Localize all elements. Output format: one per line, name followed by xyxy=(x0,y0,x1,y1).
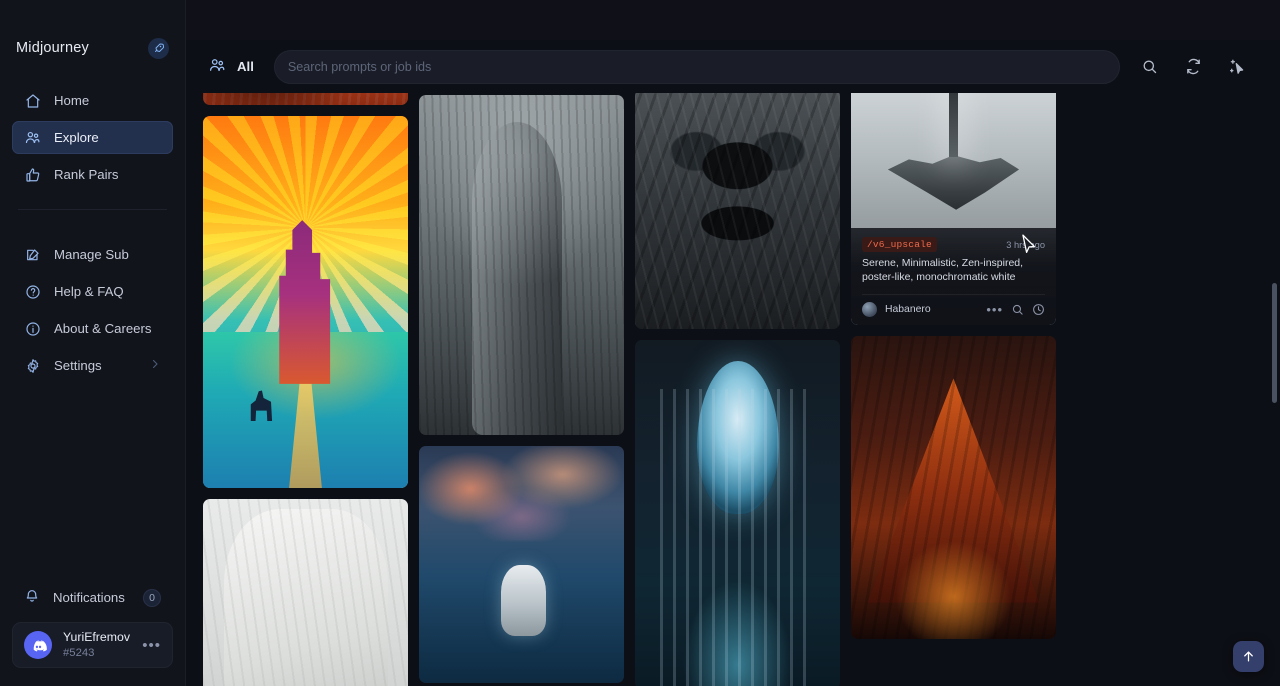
sidebar: Midjourney Home xyxy=(0,0,186,686)
sidebar-item-label: About & Careers xyxy=(54,321,152,336)
sidebar-divider xyxy=(18,209,167,210)
user-meta: YuriEfremov #5243 xyxy=(63,630,131,659)
brand-title: Midjourney xyxy=(16,40,148,56)
gallery-card-cyborg[interactable] xyxy=(635,340,840,686)
gallery-card-buddha[interactable] xyxy=(203,499,408,686)
bell-icon xyxy=(24,588,40,607)
refresh-button[interactable] xyxy=(1178,52,1208,82)
overlay-bottom-row: Habanero ••• xyxy=(862,294,1045,317)
rocket-icon[interactable] xyxy=(148,38,169,59)
sidebar-item-notifications[interactable]: Notifications 0 xyxy=(12,581,173,614)
sidebar-item-label: Home xyxy=(54,93,89,108)
discord-icon xyxy=(24,631,52,659)
info-circle-icon xyxy=(24,320,41,337)
question-circle-icon xyxy=(24,283,41,300)
app-root: Midjourney Home xyxy=(0,0,1280,686)
edit-square-icon xyxy=(24,246,41,263)
command-badge[interactable]: /v6_upscale xyxy=(862,237,937,252)
search-bar[interactable] xyxy=(274,50,1120,84)
prompt-text: Serene, Minimalistic, Zen-inspired, post… xyxy=(862,257,1045,285)
gallery-column xyxy=(635,93,840,686)
gallery-card-cloaked-figure[interactable] xyxy=(419,95,624,435)
notifications-count-badge: 0 xyxy=(143,589,161,607)
home-icon xyxy=(24,92,41,109)
timestamp: 3 hrs ago xyxy=(1006,240,1045,250)
overlay-top-row: /v6_upscale 3 hrs ago xyxy=(862,237,1045,252)
sidebar-item-label: Help & FAQ xyxy=(54,284,124,299)
search-button[interactable] xyxy=(1134,52,1164,82)
gallery-card-desert[interactable] xyxy=(203,93,408,105)
sidebar-item-settings[interactable]: Settings xyxy=(12,349,173,382)
sidebar-item-help-faq[interactable]: Help & FAQ xyxy=(12,275,173,308)
clock-icon[interactable] xyxy=(1032,303,1045,316)
sidebar-spacer xyxy=(0,386,185,581)
scrollbar-thumb[interactable] xyxy=(1272,283,1277,403)
people-icon xyxy=(24,129,41,146)
gallery-card-castle[interactable] xyxy=(203,116,408,488)
search-input[interactable] xyxy=(288,60,1106,74)
sidebar-item-label: Rank Pairs xyxy=(54,167,119,182)
gallery-column xyxy=(419,93,624,686)
user-menu-button[interactable]: ••• xyxy=(142,637,161,654)
brand-row: Midjourney xyxy=(0,28,185,68)
gallery-card-burning-pyramid[interactable] xyxy=(851,336,1056,639)
sidebar-item-rank-pairs[interactable]: Rank Pairs xyxy=(12,158,173,191)
gallery-column xyxy=(203,93,408,686)
sidebar-item-explore[interactable]: Explore xyxy=(12,121,173,154)
notifications-label: Notifications xyxy=(53,590,125,605)
avatar xyxy=(862,302,877,317)
user-name: YuriEfremov xyxy=(63,630,131,645)
user-account-card[interactable]: YuriEfremov #5243 ••• xyxy=(12,622,173,668)
sidebar-item-about-careers[interactable]: About & Careers xyxy=(12,312,173,345)
masonry-columns: /v6_upscale 3 hrs ago Serene, Minimalist… xyxy=(186,93,1280,686)
gallery-card-zen-island[interactable]: /v6_upscale 3 hrs ago Serene, Minimalist… xyxy=(851,93,1056,325)
sidebar-nav-primary: Home Explore Rank Pair xyxy=(0,84,185,195)
card-info-overlay: /v6_upscale 3 hrs ago Serene, Minimalist… xyxy=(851,228,1056,325)
user-tag: #5243 xyxy=(63,646,131,660)
gallery-column: /v6_upscale 3 hrs ago Serene, Minimalist… xyxy=(851,93,1056,686)
gear-icon xyxy=(24,357,41,374)
sidebar-item-manage-sub[interactable]: Manage Sub xyxy=(12,238,173,271)
scroll-to-top-button[interactable] xyxy=(1233,641,1264,672)
browser-chrome-strip xyxy=(0,0,1280,40)
author-name[interactable]: Habanero xyxy=(885,304,978,315)
top-bar: All xyxy=(186,40,1280,93)
filter-all-button[interactable]: All xyxy=(208,56,260,77)
sidebar-nav-secondary: Manage Sub Help & FAQ xyxy=(0,238,185,386)
people-icon xyxy=(208,56,226,77)
sparkle-cursor-button[interactable] xyxy=(1222,52,1252,82)
gallery-card-stone-face[interactable] xyxy=(635,93,840,329)
zoom-search-icon[interactable] xyxy=(1011,303,1024,316)
sidebar-item-label: Explore xyxy=(54,130,99,145)
scrollbar-track[interactable] xyxy=(1270,93,1277,686)
sidebar-item-label: Manage Sub xyxy=(54,247,129,262)
gallery: /v6_upscale 3 hrs ago Serene, Minimalist… xyxy=(186,93,1280,686)
more-actions-button[interactable]: ••• xyxy=(986,303,1003,316)
chevron-right-icon xyxy=(149,358,161,373)
thumbs-up-icon xyxy=(24,166,41,183)
sidebar-item-label: Settings xyxy=(54,358,102,373)
sidebar-item-home[interactable]: Home xyxy=(12,84,173,117)
gallery-card-astronaut[interactable] xyxy=(419,446,624,683)
filter-label: All xyxy=(237,59,254,74)
